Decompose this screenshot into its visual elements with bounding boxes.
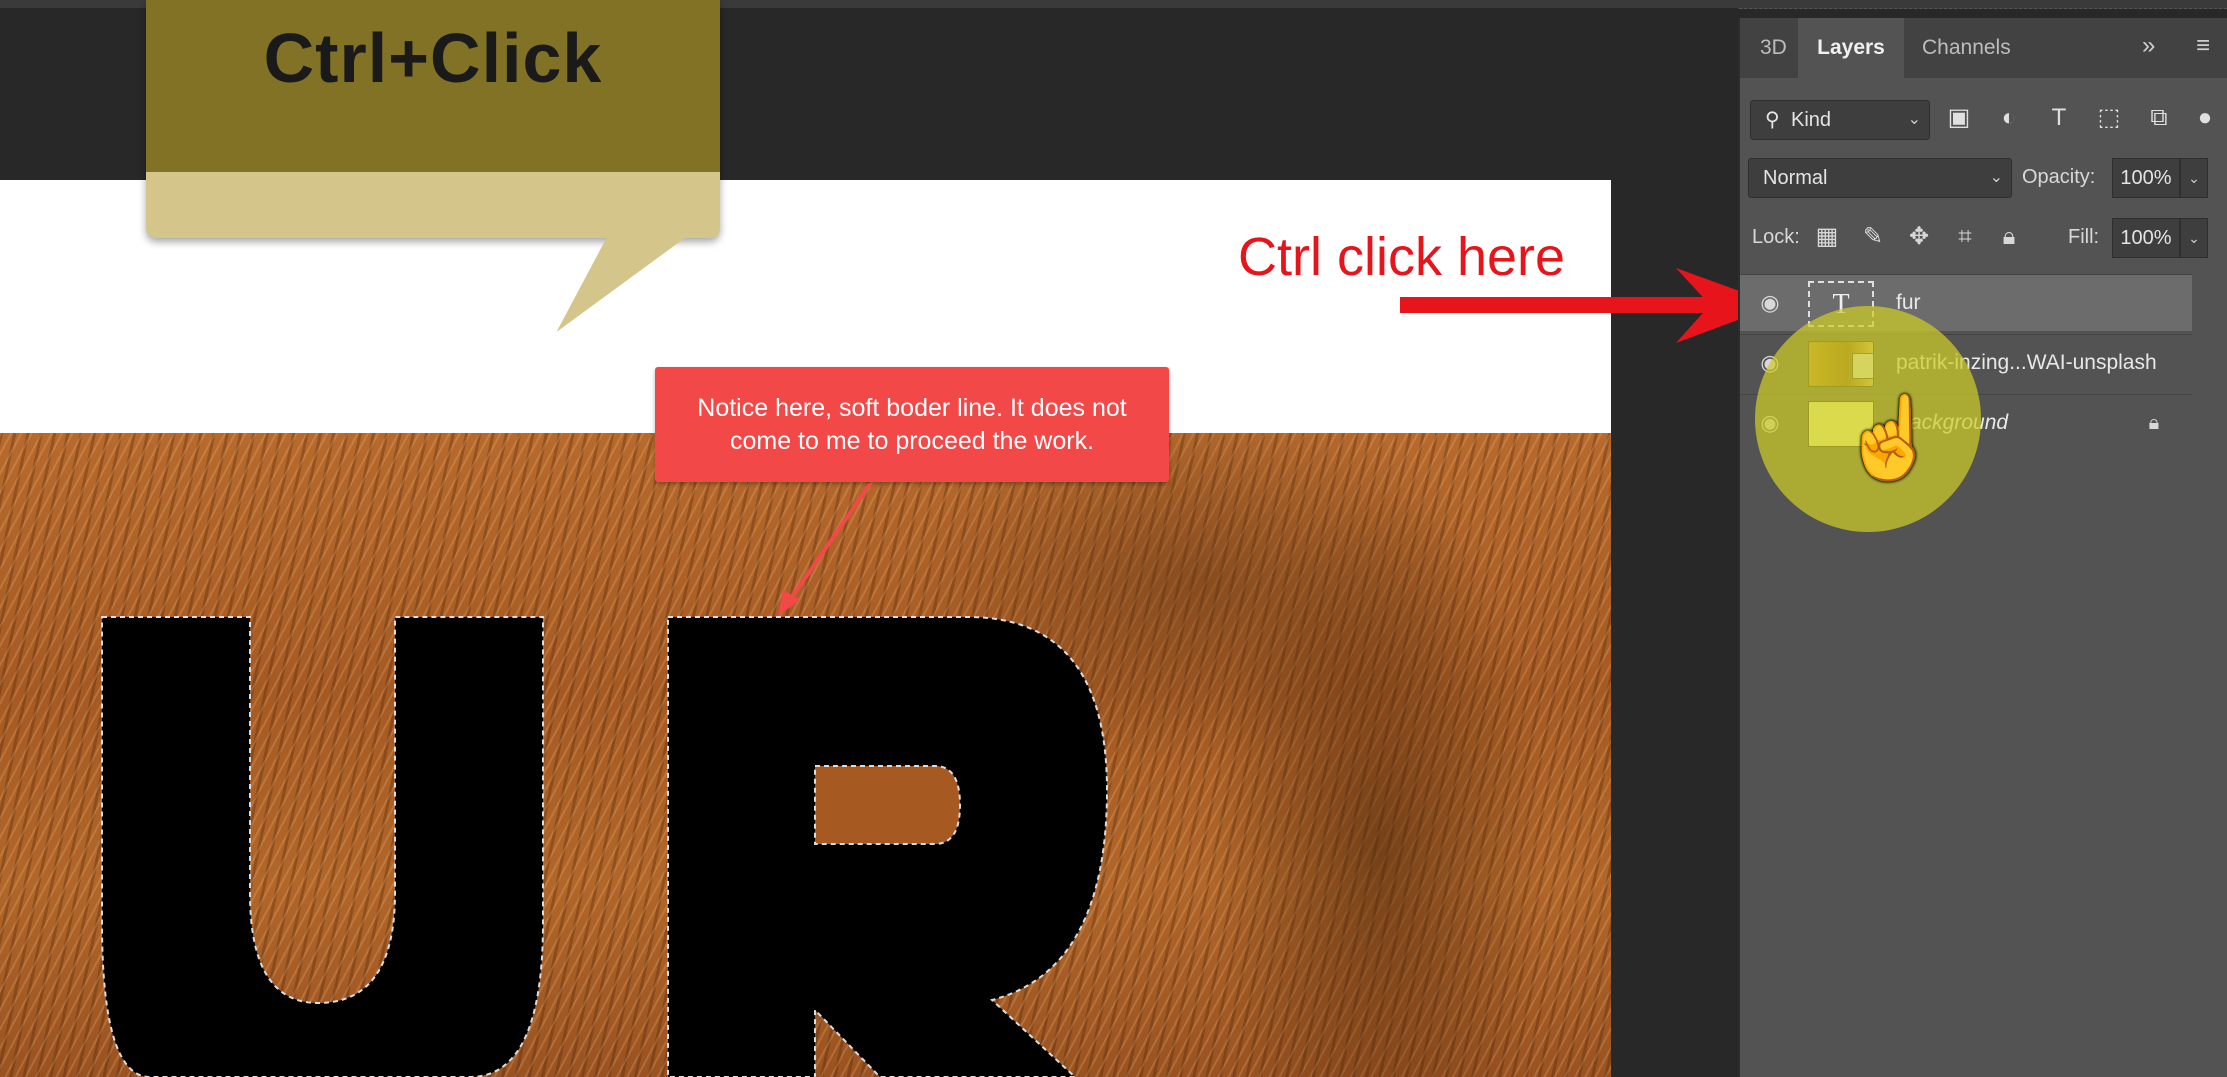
text-selection-letters xyxy=(101,616,1109,1077)
layer-lock-icon[interactable]: 🔒︎ xyxy=(2140,409,2168,437)
letter-u-shape xyxy=(101,616,544,1077)
tab-layers[interactable]: Layers xyxy=(1798,18,1904,78)
document-canvas[interactable] xyxy=(0,180,1611,1077)
layers-panel: 3D Layers Channels » ≡ ⚲ Kind ⌄ ▣ ◐ T ⬚ … xyxy=(1738,18,2227,1077)
hand-cursor-icon: ☝ xyxy=(1840,393,1940,482)
smart-object-filter-icon[interactable]: ⧉ xyxy=(2144,102,2174,134)
visibility-eye-icon[interactable]: ◉ xyxy=(1756,289,1784,317)
fill-label: Fill: xyxy=(2068,226,2100,248)
panel-menu-icon[interactable]: ≡ xyxy=(2196,32,2210,60)
letter-r-counter xyxy=(814,765,962,845)
kind-filter-select[interactable]: ⚲ Kind ⌄ xyxy=(1750,100,1930,140)
ctrl-click-callout-text: Ctrl+Click xyxy=(263,19,603,97)
lock-label: Lock: xyxy=(1752,226,1800,248)
kind-filter-label: Kind xyxy=(1791,109,1832,131)
lock-artboard-icon[interactable]: ⌗ xyxy=(1950,222,1980,252)
adjustment-filter-icon[interactable]: ◐ xyxy=(1994,102,2024,134)
blend-mode-value: Normal xyxy=(1763,167,1828,189)
type-filter-icon[interactable]: T xyxy=(2044,102,2074,134)
ctrl-click-here-label: Ctrl click here xyxy=(1238,227,1566,287)
blend-mode-select[interactable]: Normal ⌄ xyxy=(1748,158,2012,198)
soft-border-note: Notice here, soft boder line. It does no… xyxy=(655,367,1169,482)
panel-expand-icon[interactable]: » xyxy=(2142,32,2155,60)
lock-row: Lock: ▦ ✎ ✥ ⌗ 🔒︎ Fill: 100% ⌄ xyxy=(1740,218,2227,258)
lock-brush-icon[interactable]: ✎ xyxy=(1858,222,1888,252)
tab-channels[interactable]: Channels xyxy=(1922,18,2011,78)
tab-3d[interactable]: 3D xyxy=(1760,18,1787,78)
soft-border-note-text: Notice here, soft boder line. It does no… xyxy=(697,393,1127,455)
fill-dropdown-button[interactable]: ⌄ xyxy=(2180,218,2208,258)
blend-row: Normal ⌄ Opacity: 100% ⌄ xyxy=(1740,158,2227,198)
lock-move-icon[interactable]: ✥ xyxy=(1904,222,1934,252)
image-filter-icon[interactable]: ▣ xyxy=(1944,102,1974,134)
layer-filter-row: ⚲ Kind ⌄ ▣ ◐ T ⬚ ⧉ ● xyxy=(1740,100,2227,140)
letter-r-shape xyxy=(667,616,1109,1077)
opacity-dropdown-button[interactable]: ⌄ xyxy=(2180,158,2208,198)
chevron-down-icon: ⌄ xyxy=(1989,169,2003,186)
shape-filter-icon[interactable]: ⬚ xyxy=(2094,102,2124,134)
search-icon: ⚲ xyxy=(1765,109,1780,131)
lock-all-icon[interactable]: 🔒︎ xyxy=(1994,222,2024,252)
panel-tab-bar: 3D Layers Channels » ≡ xyxy=(1740,18,2227,78)
opacity-label: Opacity: xyxy=(2022,166,2096,188)
lock-transparent-icon[interactable]: ▦ xyxy=(1812,222,1842,252)
opacity-field[interactable]: 100% xyxy=(2112,158,2180,198)
chevron-down-icon: ⌄ xyxy=(1907,111,1921,128)
filter-toggle-icon[interactable]: ● xyxy=(2190,102,2220,134)
fill-field[interactable]: 100% xyxy=(2112,218,2180,258)
